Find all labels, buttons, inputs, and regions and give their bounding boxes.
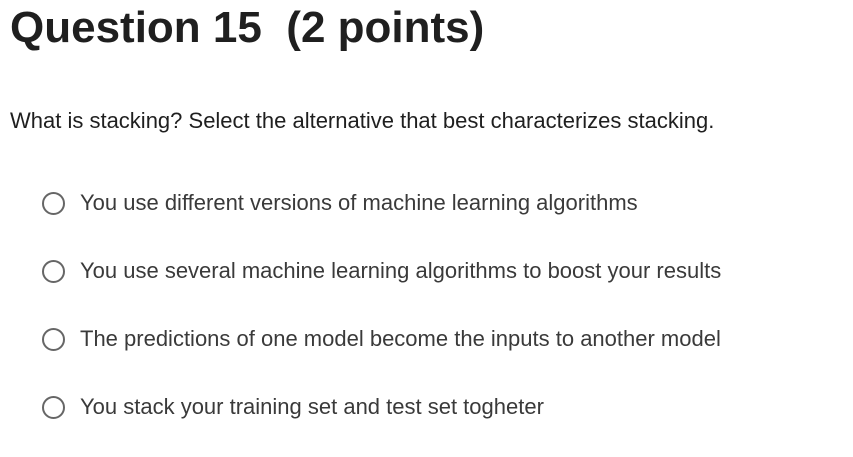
answer-option-3[interactable]: The predictions of one model become the … [42, 321, 721, 357]
answer-option-label: You use different versions of machine le… [80, 190, 638, 215]
question-title: Question 15 (2 points) [10, 3, 485, 52]
answer-options: You use different versions of machine le… [42, 185, 721, 457]
radio-button[interactable] [42, 191, 65, 215]
answer-option-label: The predictions of one model become the … [80, 326, 721, 351]
answer-option-4[interactable]: You stack your training set and test set… [42, 389, 721, 425]
radio-button[interactable] [42, 395, 65, 419]
answer-option-label: You stack your training set and test set… [80, 394, 544, 419]
answer-option-label: You use several machine learning algorit… [80, 258, 722, 283]
answer-option-2[interactable]: You use several machine learning algorit… [42, 253, 721, 289]
question-prompt: What is stacking? Select the alternative… [10, 108, 715, 133]
radio-button[interactable] [42, 259, 65, 283]
radio-button[interactable] [42, 327, 65, 351]
answer-option-1[interactable]: You use different versions of machine le… [42, 185, 721, 221]
